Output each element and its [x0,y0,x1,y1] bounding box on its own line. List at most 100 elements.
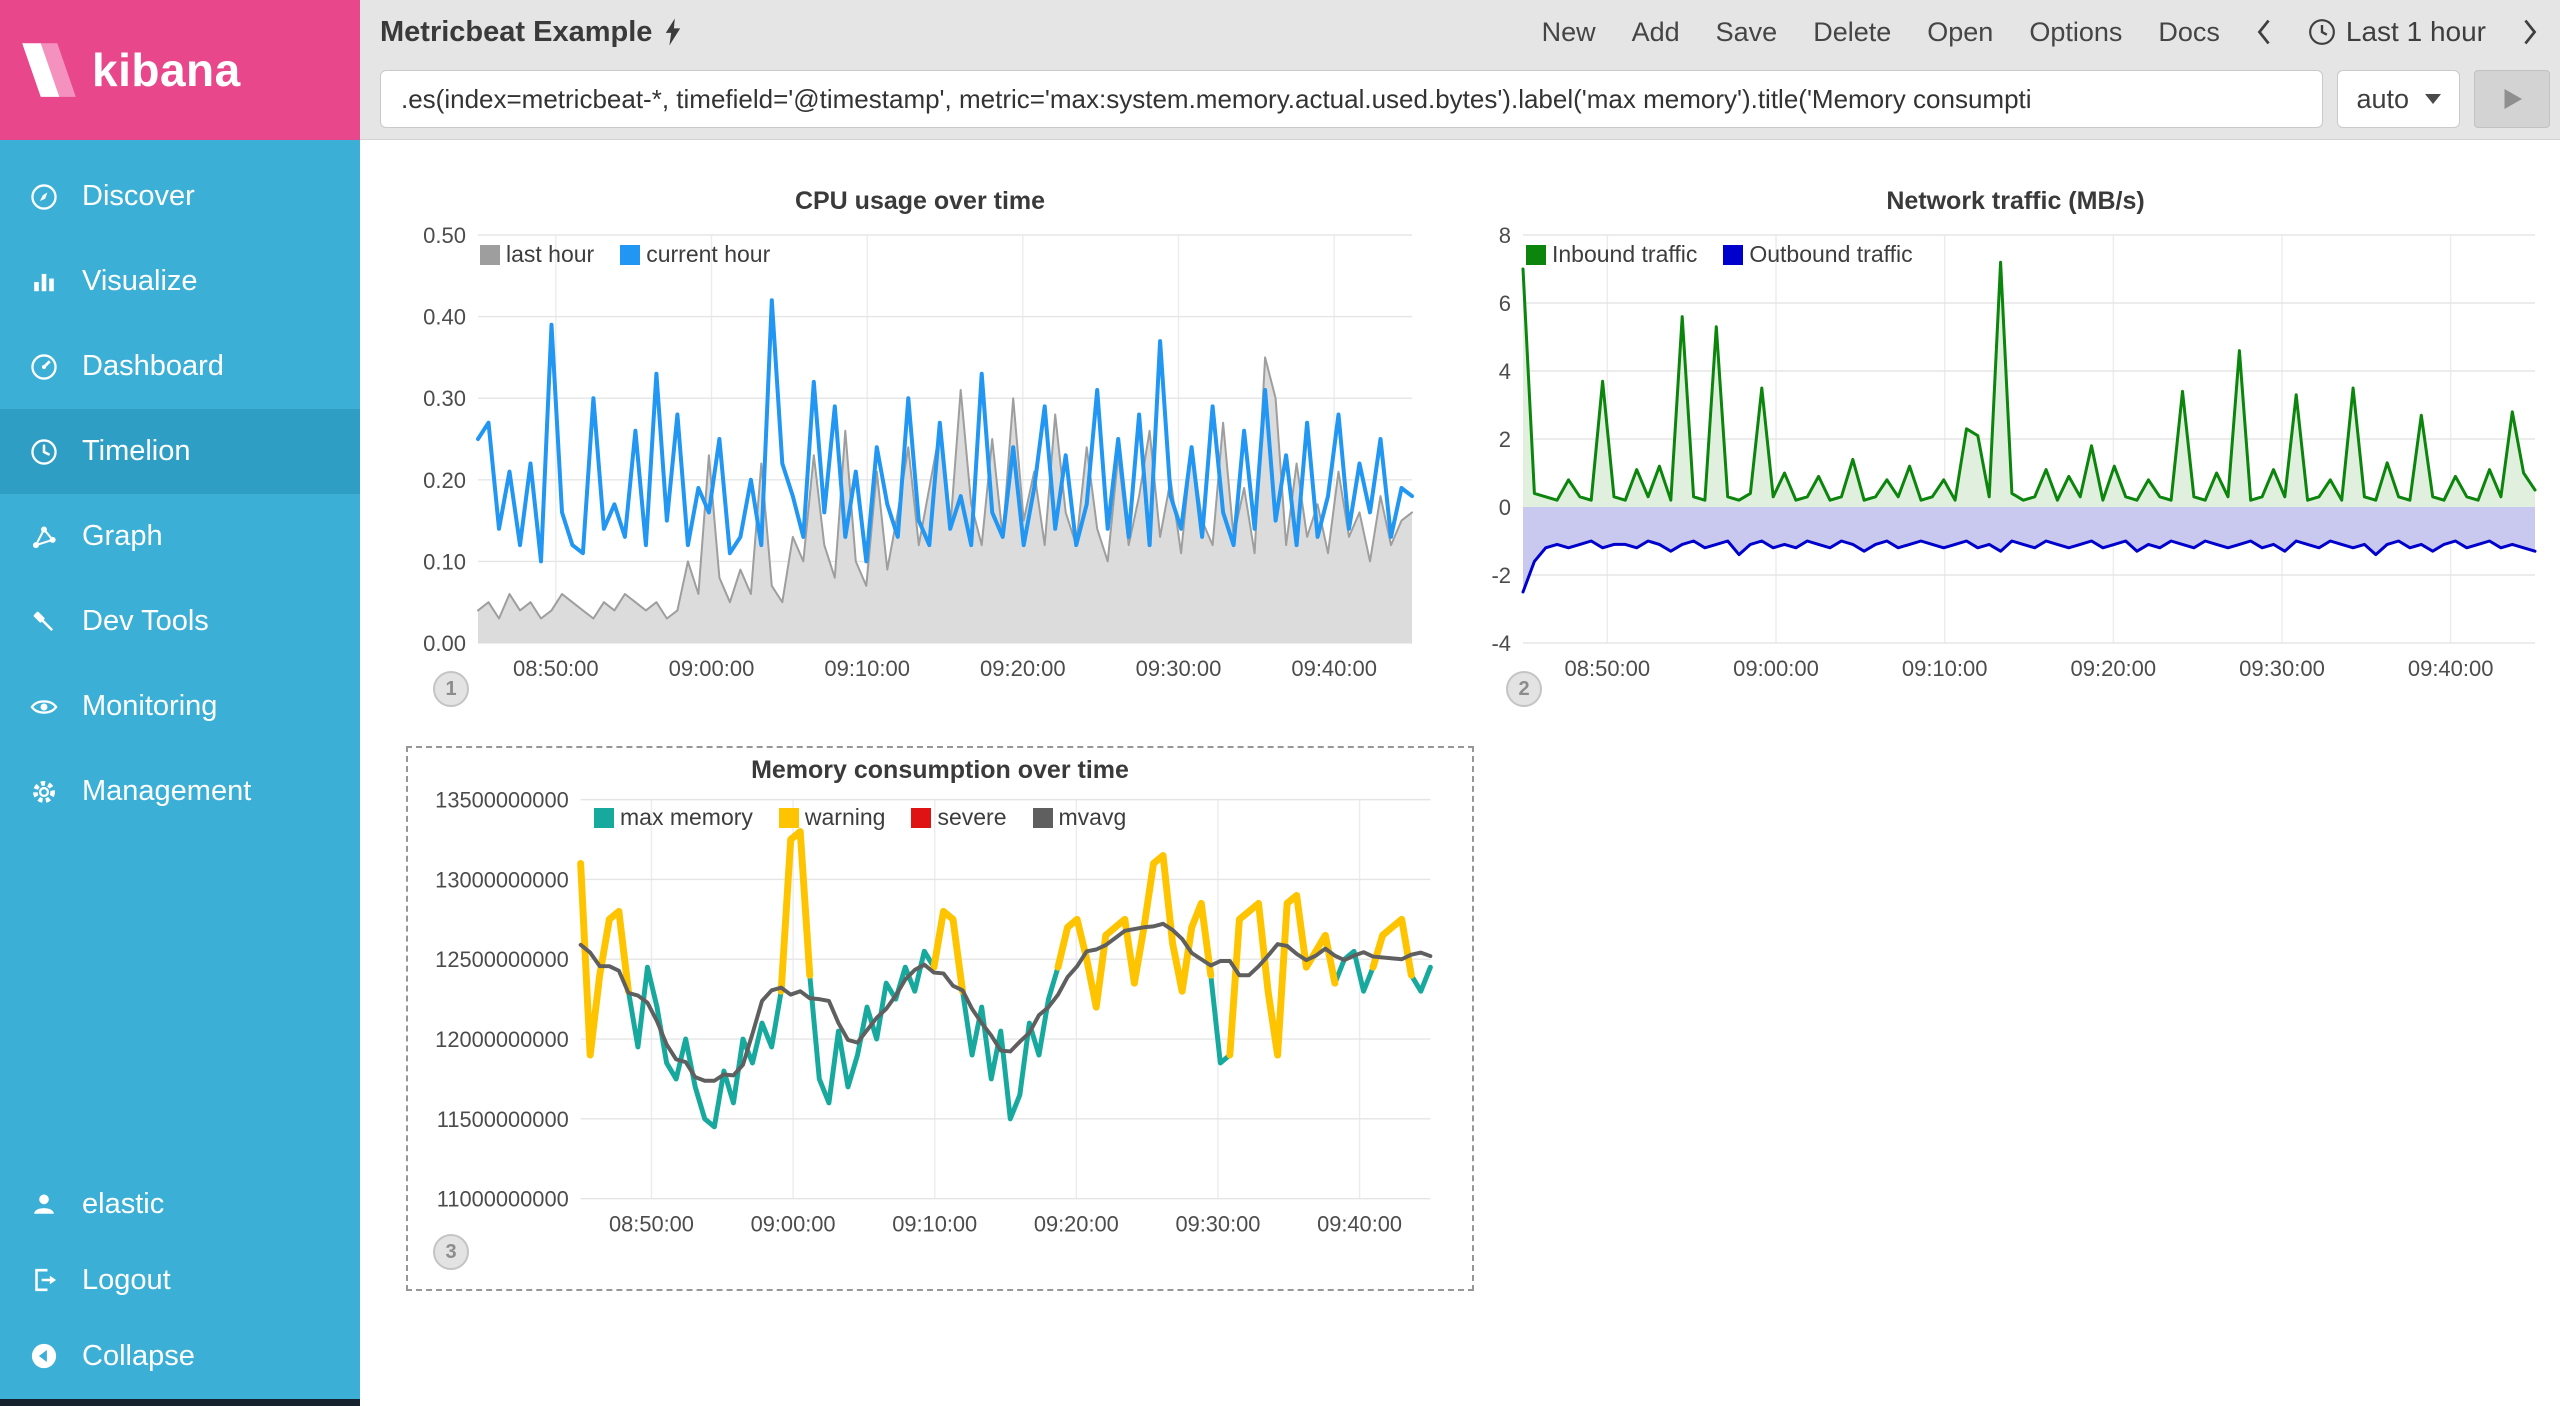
legend-swatch [480,245,500,265]
sidebar-item-graph[interactable]: Graph [0,494,360,579]
collapse-icon [28,1340,60,1372]
topbar-menu: New Add Save Delete Open Options Docs La… [1542,16,2538,48]
time-range-label: Last 1 hour [2346,16,2486,48]
eye-icon [28,691,60,723]
svg-text:0: 0 [1499,495,1511,520]
menu-options[interactable]: Options [2029,17,2122,48]
gear-icon [28,776,60,808]
sidebar: kibana Discover Visualize Dashboard Time… [0,0,360,1406]
clock-icon [2308,18,2336,46]
sidebar-bottom-strip [0,1399,360,1406]
sidebar-item-label: Collapse [82,1340,195,1373]
legend-label: warning [805,804,886,831]
svg-text:09:10:00: 09:10:00 [824,656,910,681]
sidebar-item-label: Logout [82,1264,171,1297]
sidebar-item-logout[interactable]: Logout [0,1242,360,1318]
svg-text:0.20: 0.20 [423,468,466,493]
legend-swatch [1033,808,1053,828]
sidebar-item-dashboard[interactable]: Dashboard [0,324,360,409]
svg-text:13000000000: 13000000000 [435,867,569,892]
page-title: Metricbeat Example [380,16,652,49]
svg-text:09:20:00: 09:20:00 [2071,656,2157,681]
svg-text:0.10: 0.10 [423,549,466,574]
menu-new[interactable]: New [1542,17,1596,48]
chart-title: CPU usage over time [400,187,1440,216]
sidebar-item-elastic-user[interactable]: elastic [0,1166,360,1242]
legend-label: Outbound traffic [1749,241,1912,268]
user-icon [28,1188,60,1220]
kibana-logo-icon [16,37,82,103]
network-traffic-chart[interactable]: 08:50:0009:00:0009:10:0009:20:0009:30:00… [1478,179,2553,724]
legend-label: max memory [620,804,753,831]
svg-text:09:30:00: 09:30:00 [1136,656,1222,681]
legend-swatch [911,808,931,828]
sidebar-item-collapse[interactable]: Collapse [0,1318,360,1394]
time-picker[interactable]: Last 1 hour [2308,16,2486,48]
sidebar-item-label: Monitoring [82,690,217,723]
svg-text:08:50:00: 08:50:00 [1565,656,1651,681]
sidebar-item-discover[interactable]: Discover [0,154,360,239]
legend-item: severe [911,804,1006,831]
kibana-logo-text: kibana [92,43,241,97]
svg-text:08:50:00: 08:50:00 [609,1211,694,1236]
svg-text:0.50: 0.50 [423,223,466,248]
sidebar-item-label: Discover [82,180,195,213]
wrench-icon [28,606,60,638]
run-query-button[interactable] [2474,70,2550,128]
svg-text:09:30:00: 09:30:00 [2239,656,2325,681]
sidebar-item-monitoring[interactable]: Monitoring [0,664,360,749]
svg-text:09:20:00: 09:20:00 [1034,1211,1119,1236]
chart-title: Memory consumption over time [408,756,1472,785]
chevron-left-icon[interactable] [2256,18,2272,46]
legend-item: Inbound traffic [1526,241,1697,268]
lightning-icon [664,18,682,46]
caret-down-icon [2425,94,2441,104]
svg-text:11000000000: 11000000000 [437,1187,569,1212]
panel-badge: 1 [433,671,469,707]
bar-chart-icon [28,266,60,298]
chevron-right-icon[interactable] [2522,18,2538,46]
sidebar-item-label: Dev Tools [82,605,209,638]
menu-save[interactable]: Save [1716,17,1778,48]
sidebar-item-label: elastic [82,1188,164,1221]
svg-text:09:10:00: 09:10:00 [1902,656,1988,681]
svg-text:6: 6 [1499,291,1511,316]
sidebar-nav: Discover Visualize Dashboard Timelion Gr… [0,140,360,834]
panel-badge: 2 [1506,671,1542,707]
menu-open[interactable]: Open [1927,17,1993,48]
svg-text:08:50:00: 08:50:00 [513,656,599,681]
menu-docs[interactable]: Docs [2158,17,2220,48]
interval-select[interactable]: auto [2337,70,2460,128]
svg-text:09:40:00: 09:40:00 [1317,1211,1402,1236]
sidebar-item-label: Dashboard [82,350,224,383]
svg-text:09:00:00: 09:00:00 [669,656,755,681]
cpu-usage-chart[interactable]: 08:50:00 09:00:00 09:10:00 09:20:00 09:30:00… [400,179,1440,724]
sidebar-item-timelion[interactable]: Timelion [0,409,360,494]
timelion-query-input[interactable] [380,70,2323,128]
interval-value: auto [2356,84,2409,115]
topbar-title-row: Metricbeat Example New Add Save Delete O… [360,0,2560,64]
play-icon [2497,84,2527,114]
legend-label: current hour [646,241,770,268]
sidebar-item-management[interactable]: Management [0,749,360,834]
legend-label: Inbound traffic [1552,241,1697,268]
svg-text:0.30: 0.30 [423,386,466,411]
legend-label: mvavg [1059,804,1127,831]
legend-item: mvavg [1033,804,1127,831]
svg-text:09:20:00: 09:20:00 [980,656,1066,681]
sidebar-item-dev-tools[interactable]: Dev Tools [0,579,360,664]
svg-text:09:30:00: 09:30:00 [1175,1211,1260,1236]
memory-consumption-chart[interactable]: 08:50:0009:00:0009:10:0009:20:0009:30:00… [406,746,1474,1291]
graph-icon [28,521,60,553]
menu-add[interactable]: Add [1632,17,1680,48]
kibana-logo: kibana [0,0,360,140]
sidebar-item-visualize[interactable]: Visualize [0,239,360,324]
svg-text:0.00: 0.00 [423,631,466,656]
sidebar-item-label: Visualize [82,265,198,298]
svg-text:8: 8 [1499,223,1511,248]
legend-item: Outbound traffic [1723,241,1912,268]
svg-text:0.40: 0.40 [423,305,466,330]
legend-swatch [1526,245,1546,265]
svg-text:12000000000: 12000000000 [435,1027,569,1052]
menu-delete[interactable]: Delete [1813,17,1891,48]
